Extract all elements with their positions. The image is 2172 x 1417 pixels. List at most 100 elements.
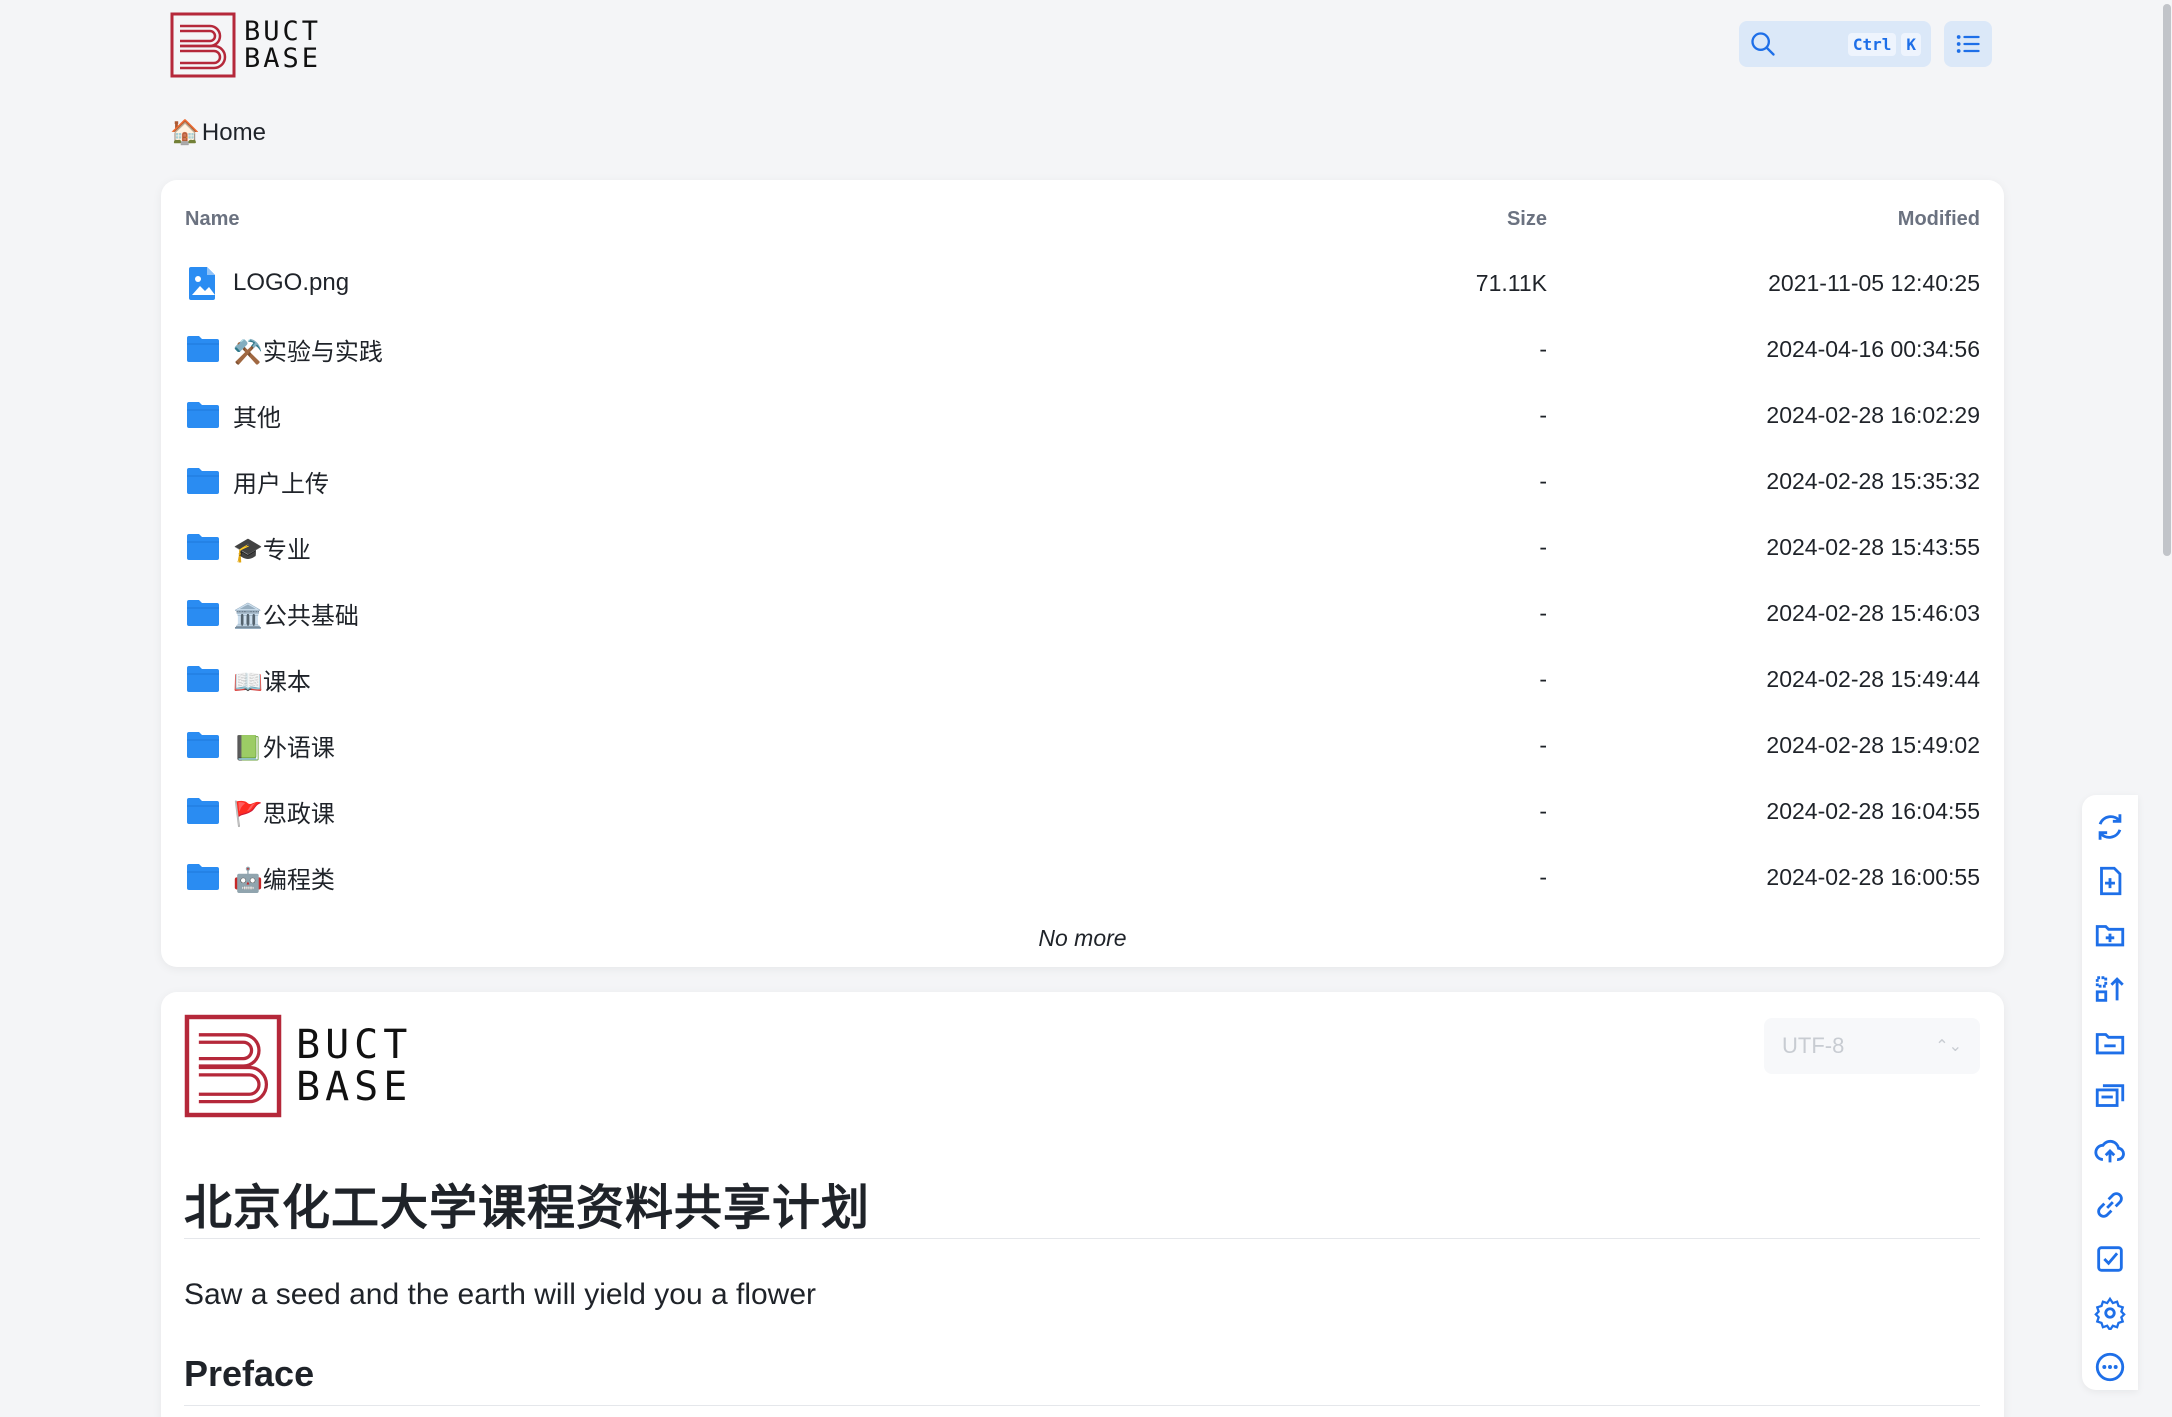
new-file-button[interactable] [2090,861,2130,901]
new-folder-button[interactable] [2090,915,2130,955]
readme-subtitle: Saw a seed and the earth will yield you … [184,1278,817,1311]
column-header-size[interactable]: Size [1347,208,1547,231]
logo-mark-icon [170,12,236,78]
file-size: - [1539,731,1547,758]
folder-icon [185,595,221,631]
file-size: - [1539,335,1547,362]
readme-logo-mark-icon [184,1014,282,1118]
folder-icon [185,793,221,829]
file-row[interactable]: 🤖编程类 - 2024-02-28 16:00:55 [161,844,2004,910]
file-modified: 2024-02-28 16:04:55 [1766,797,1980,824]
file-modified: 2024-02-28 15:49:02 [1766,731,1980,758]
folder-icon [185,397,221,433]
file-list: LOGO.png 71.11K 2021-11-05 12:40:25 ⚒️实验与实践… [161,250,2004,910]
encoding-select[interactable]: UTF-8 ⌃⌄ [1764,1018,1980,1074]
folder-open-icon [2095,1033,2125,1055]
folder-icon [185,463,221,499]
folder-icon [185,859,221,895]
upload-cloud-button[interactable] [2090,1131,2130,1171]
readme-heading: Preface [184,1353,315,1394]
file-row[interactable]: 📗外语课 - 2024-02-28 15:49:02 [161,712,2004,778]
file-row[interactable]: 其他 - 2024-02-28 16:02:29 [161,382,2004,448]
search-button[interactable]: Ctrl K [1739,21,1931,67]
new-folder-icon [2095,925,2125,947]
settings-button[interactable] [2090,1293,2130,1333]
shortcut-key-ctrl: Ctrl [1847,32,1897,56]
file-name[interactable]: LOGO.png [233,269,349,297]
folder-open-button[interactable] [2090,1023,2130,1063]
page: BUCT BASE Ctrl K 🏠 Home Name Size Modifi… [0,0,2172,1417]
link-icon [2097,1192,2123,1218]
readme-title: 北京化工大学课程资料共享计划 [184,1180,871,1236]
file-name[interactable]: 📖课本 [233,662,311,697]
more-icon [2095,1352,2125,1382]
file-size: - [1539,401,1547,428]
file-row[interactable]: 📖课本 - 2024-02-28 15:49:44 [161,646,2004,712]
column-header-name[interactable]: Name [185,208,239,231]
file-name[interactable]: 📗外语课 [233,728,335,763]
search-icon [1751,32,1775,56]
divider [184,1405,1980,1406]
settings-icon [2094,1296,2126,1330]
more-button[interactable] [2090,1347,2130,1387]
file-size: - [1539,467,1547,494]
readme-logo: BUCT BASE [184,1014,412,1118]
divider [184,1238,1980,1239]
refresh-icon [2098,814,2122,840]
file-size: - [1539,665,1547,692]
list-end-text: No more [1038,925,1127,951]
file-size: 71.11K [1475,269,1547,296]
move-button[interactable] [2090,1077,2130,1117]
file-row[interactable]: 🏛️公共基础 - 2024-02-28 15:46:03 [161,580,2004,646]
refresh-button[interactable] [2090,807,2130,847]
file-row[interactable]: LOGO.png 71.11K 2021-11-05 12:40:25 [161,250,2004,316]
folder-icon [185,661,221,697]
file-name[interactable]: 其他 [233,398,281,433]
logo-text: BUCT BASE [244,16,322,74]
readme-logo-text: BUCT BASE [296,1022,413,1110]
breadcrumb-home[interactable]: Home [202,119,266,147]
home-icon: 🏠 [170,119,200,146]
file-modified: 2024-02-28 16:00:55 [1766,863,1980,890]
encoding-value: UTF-8 [1782,1033,1845,1058]
chevron-updown-icon: ⌃⌄ [1935,1038,1962,1055]
right-toolbar [2082,795,2138,1390]
scrollbar-thumb[interactable] [2163,4,2171,556]
folder-icon [185,331,221,367]
toc-button[interactable] [1944,21,1992,67]
file-size: - [1539,599,1547,626]
file-size: - [1539,533,1547,560]
link-button[interactable] [2090,1185,2130,1225]
file-name[interactable]: 🏛️公共基础 [233,596,359,631]
upload-cloud-icon [2094,1139,2125,1163]
file-name[interactable]: 🎓专业 [233,530,311,565]
sort-button[interactable] [2090,969,2130,1009]
file-name[interactable]: 🤖编程类 [233,860,335,895]
sort-icon [2095,976,2124,1002]
file-row[interactable]: ⚒️实验与实践 - 2024-04-16 00:34:56 [161,316,2004,382]
file-row[interactable]: 🎓专业 - 2024-02-28 15:43:55 [161,514,2004,580]
file-modified: 2024-02-28 15:35:32 [1766,467,1980,494]
file-modified: 2024-02-28 15:43:55 [1766,533,1980,560]
folder-icon [185,727,221,763]
image-file-icon [185,265,221,301]
checkbox-icon [2097,1246,2123,1272]
move-icon [2095,1084,2125,1107]
file-row[interactable]: 🚩思政课 - 2024-02-28 16:04:55 [161,778,2004,844]
checkbox-button[interactable] [2090,1239,2130,1279]
column-header-modified[interactable]: Modified [1898,208,1980,231]
file-name[interactable]: ⚒️实验与实践 [233,332,383,367]
shortcut-key-k: K [1901,32,1921,56]
breadcrumb[interactable]: 🏠 Home [170,118,266,147]
file-list-header: Name Size Modified [185,208,1980,238]
file-row[interactable]: 用户上传 - 2024-02-28 15:35:32 [161,448,2004,514]
file-modified: 2024-02-28 15:49:44 [1766,665,1980,692]
file-size: - [1539,797,1547,824]
file-modified: 2024-04-16 00:34:56 [1766,335,1980,362]
file-size: - [1539,863,1547,890]
file-name[interactable]: 用户上传 [233,464,329,499]
file-modified: 2024-02-28 15:46:03 [1766,599,1980,626]
new-file-icon [2100,866,2122,896]
site-logo[interactable]: BUCT BASE [170,10,330,80]
file-name[interactable]: 🚩思政课 [233,794,335,829]
